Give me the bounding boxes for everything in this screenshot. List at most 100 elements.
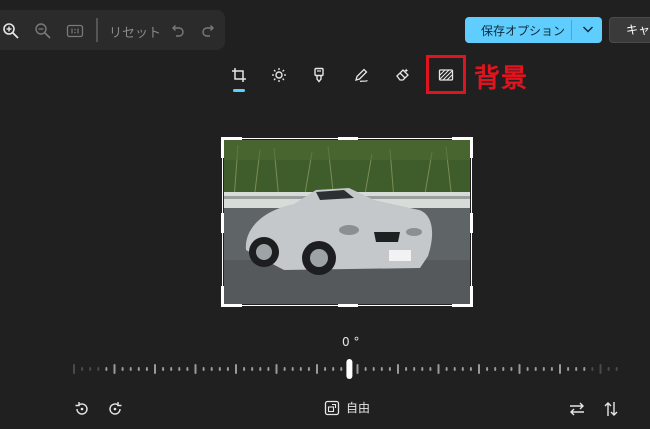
- rotation-tick: [437, 364, 440, 374]
- cancel-button[interactable]: キャンセル: [609, 17, 650, 43]
- rotation-tick: [307, 367, 310, 371]
- rotation-tick: [89, 367, 92, 371]
- rotation-tick: [129, 367, 132, 371]
- rotation-tick: [510, 367, 513, 371]
- undo-icon: [172, 25, 184, 37]
- tab-markup[interactable]: [350, 64, 372, 86]
- rotation-tick: [364, 367, 367, 371]
- rotation-tick: [299, 367, 302, 371]
- zoom-in-icon: [3, 23, 19, 39]
- rotation-tick: [583, 367, 586, 371]
- rotation-tick: [453, 367, 456, 371]
- rotation-tick: [542, 367, 545, 371]
- rotation-tick: [372, 367, 375, 371]
- actual-size-button[interactable]: [64, 20, 86, 42]
- aspect-ratio-label: 自由: [346, 401, 371, 415]
- split-divider: [571, 20, 572, 40]
- rotation-tick: [469, 367, 472, 371]
- rotation-tick: [380, 367, 383, 371]
- reset-button[interactable]: リセット: [109, 22, 161, 41]
- background-annotation-label: 背景: [474, 64, 529, 94]
- rotation-angle-label: 0 °: [342, 335, 360, 349]
- rotation-tick: [559, 364, 561, 374]
- rotation-tick: [137, 367, 140, 371]
- save-options-button[interactable]: 保存オプション: [465, 17, 602, 43]
- crop-handle-bottom[interactable]: [338, 304, 358, 307]
- rotation-tick: [283, 367, 286, 371]
- tab-adjust[interactable]: [268, 64, 290, 86]
- rotation-tick: [194, 364, 197, 374]
- rotation-tick: [259, 367, 262, 371]
- rotation-tick: [397, 364, 399, 374]
- tab-erase[interactable]: [392, 64, 414, 86]
- pen-icon: [355, 68, 368, 83]
- rotation-tick: [73, 364, 75, 374]
- undo-button[interactable]: [166, 20, 188, 42]
- rotate-right-button[interactable]: [104, 398, 126, 420]
- eraser-icon: [396, 68, 409, 81]
- rotation-tick: [113, 364, 116, 374]
- rotation-slider-thumb[interactable]: [346, 359, 353, 379]
- redo-icon: [202, 25, 214, 37]
- crop-icon: [232, 68, 246, 82]
- aspect-ratio-button[interactable]: 自由: [324, 399, 370, 416]
- toolbar-divider: [96, 18, 98, 42]
- rotation-tick: [388, 367, 391, 371]
- background-tab-highlight: [426, 55, 466, 94]
- rotation-tick: [356, 364, 359, 374]
- rotate-left-button[interactable]: [71, 398, 93, 420]
- rotation-tick: [291, 367, 294, 371]
- chevron-down-icon[interactable]: [581, 22, 595, 36]
- rotation-tick: [486, 367, 489, 371]
- rotation-tick: [502, 367, 505, 371]
- rotation-tick: [461, 367, 464, 371]
- crop-handle-right[interactable]: [470, 213, 473, 233]
- rotation-tick: [226, 367, 229, 371]
- actual-size-icon: [66, 24, 84, 38]
- zoom-out-button[interactable]: [32, 20, 54, 42]
- rotation-tick: [478, 364, 480, 374]
- rotate-left-icon: [75, 402, 88, 415]
- redo-button[interactable]: [198, 20, 220, 42]
- rotation-tick: [591, 367, 594, 371]
- rotation-tick: [324, 367, 327, 371]
- rotation-slider[interactable]: [70, 358, 625, 380]
- rotation-tick: [218, 367, 221, 371]
- rotation-tick: [526, 367, 529, 371]
- rotation-tick: [235, 364, 237, 374]
- rotation-tick: [81, 367, 84, 371]
- rotation-tick: [494, 367, 497, 371]
- rotation-tick: [178, 367, 181, 371]
- rotation-tick: [186, 367, 189, 371]
- filter-icon: [314, 67, 324, 83]
- brightness-icon: [272, 68, 286, 82]
- flip-horizontal-button[interactable]: [566, 398, 588, 420]
- tab-crop[interactable]: [228, 64, 250, 86]
- rotation-tick: [567, 367, 570, 371]
- flip-horizontal-icon: [570, 402, 584, 416]
- rotation-tick: [429, 367, 432, 371]
- rotation-tick: [170, 367, 173, 371]
- tab-filter[interactable]: [308, 64, 330, 86]
- rotation-tick: [275, 364, 278, 374]
- rotation-tick: [97, 367, 100, 371]
- rotation-tick: [251, 367, 254, 371]
- rotation-tick: [162, 367, 165, 371]
- rotation-tick: [445, 367, 448, 371]
- rotation-tick: [243, 367, 246, 371]
- rotation-tick: [145, 367, 148, 371]
- rotation-tick: [615, 367, 618, 371]
- rotation-tick: [210, 367, 213, 371]
- rotation-tick: [267, 367, 270, 371]
- photo-car: [224, 140, 470, 304]
- zoom-in-button[interactable]: [0, 20, 22, 42]
- rotation-tick: [575, 367, 578, 371]
- aspect-ratio-icon: [324, 400, 340, 415]
- save-options-label: 保存オプション: [481, 23, 566, 38]
- rotation-tick: [421, 367, 424, 371]
- flip-vertical-icon: [604, 402, 618, 416]
- flip-vertical-button[interactable]: [600, 398, 622, 420]
- rotation-tick: [340, 367, 343, 371]
- active-tab-indicator: [233, 89, 245, 92]
- rotation-tick: [599, 364, 602, 374]
